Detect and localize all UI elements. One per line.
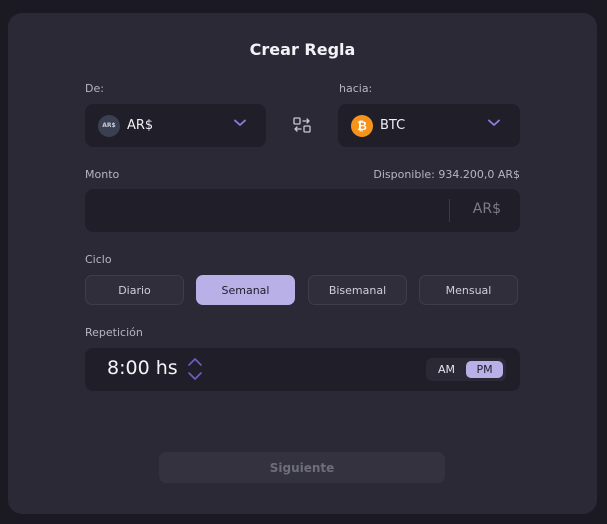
divider <box>449 199 450 222</box>
amount-input[interactable] <box>97 199 437 223</box>
to-currency-value: BTC <box>380 118 406 133</box>
amount-unit: AR$ <box>472 201 501 217</box>
am-option[interactable]: AM <box>428 361 465 378</box>
cycle-label: Ciclo <box>85 253 112 266</box>
am-pm-toggle: AM PM <box>426 358 506 381</box>
to-label: hacia: <box>339 82 373 95</box>
swap-icon[interactable] <box>293 116 311 134</box>
create-rule-card: Crear Regla De: AR$ AR$ hacia: ₿ BTC Mon… <box>8 13 597 514</box>
repetition-field: 8:00 hs AM PM <box>85 348 520 391</box>
amount-label: Monto <box>85 168 120 181</box>
from-currency-select[interactable]: AR$ AR$ <box>85 104 266 147</box>
amount-field: AR$ <box>85 189 520 232</box>
available-balance: Disponible: 934.200,0 AR$ <box>373 168 520 181</box>
to-currency-select[interactable]: ₿ BTC <box>338 104 520 147</box>
chevron-down-icon <box>488 119 500 126</box>
time-stepper-icon[interactable] <box>187 357 203 381</box>
ars-coin-icon: AR$ <box>98 114 120 137</box>
page-title: Crear Regla <box>249 40 356 59</box>
repetition-label: Repetición <box>85 326 143 339</box>
next-button[interactable]: Siguiente <box>159 452 445 483</box>
from-currency-value: AR$ <box>127 118 154 133</box>
cycle-option-semanal[interactable]: Semanal <box>196 275 295 305</box>
chevron-down-icon <box>234 119 246 126</box>
cycle-option-mensual[interactable]: Mensual <box>419 275 518 305</box>
pm-option[interactable]: PM <box>466 361 503 378</box>
cycle-option-diario[interactable]: Diario <box>85 275 184 305</box>
btc-coin-icon: ₿ <box>351 114 373 137</box>
cycle-option-bisemanal[interactable]: Bisemanal <box>308 275 407 305</box>
time-value[interactable]: 8:00 hs <box>107 357 178 379</box>
from-label: De: <box>85 82 104 95</box>
